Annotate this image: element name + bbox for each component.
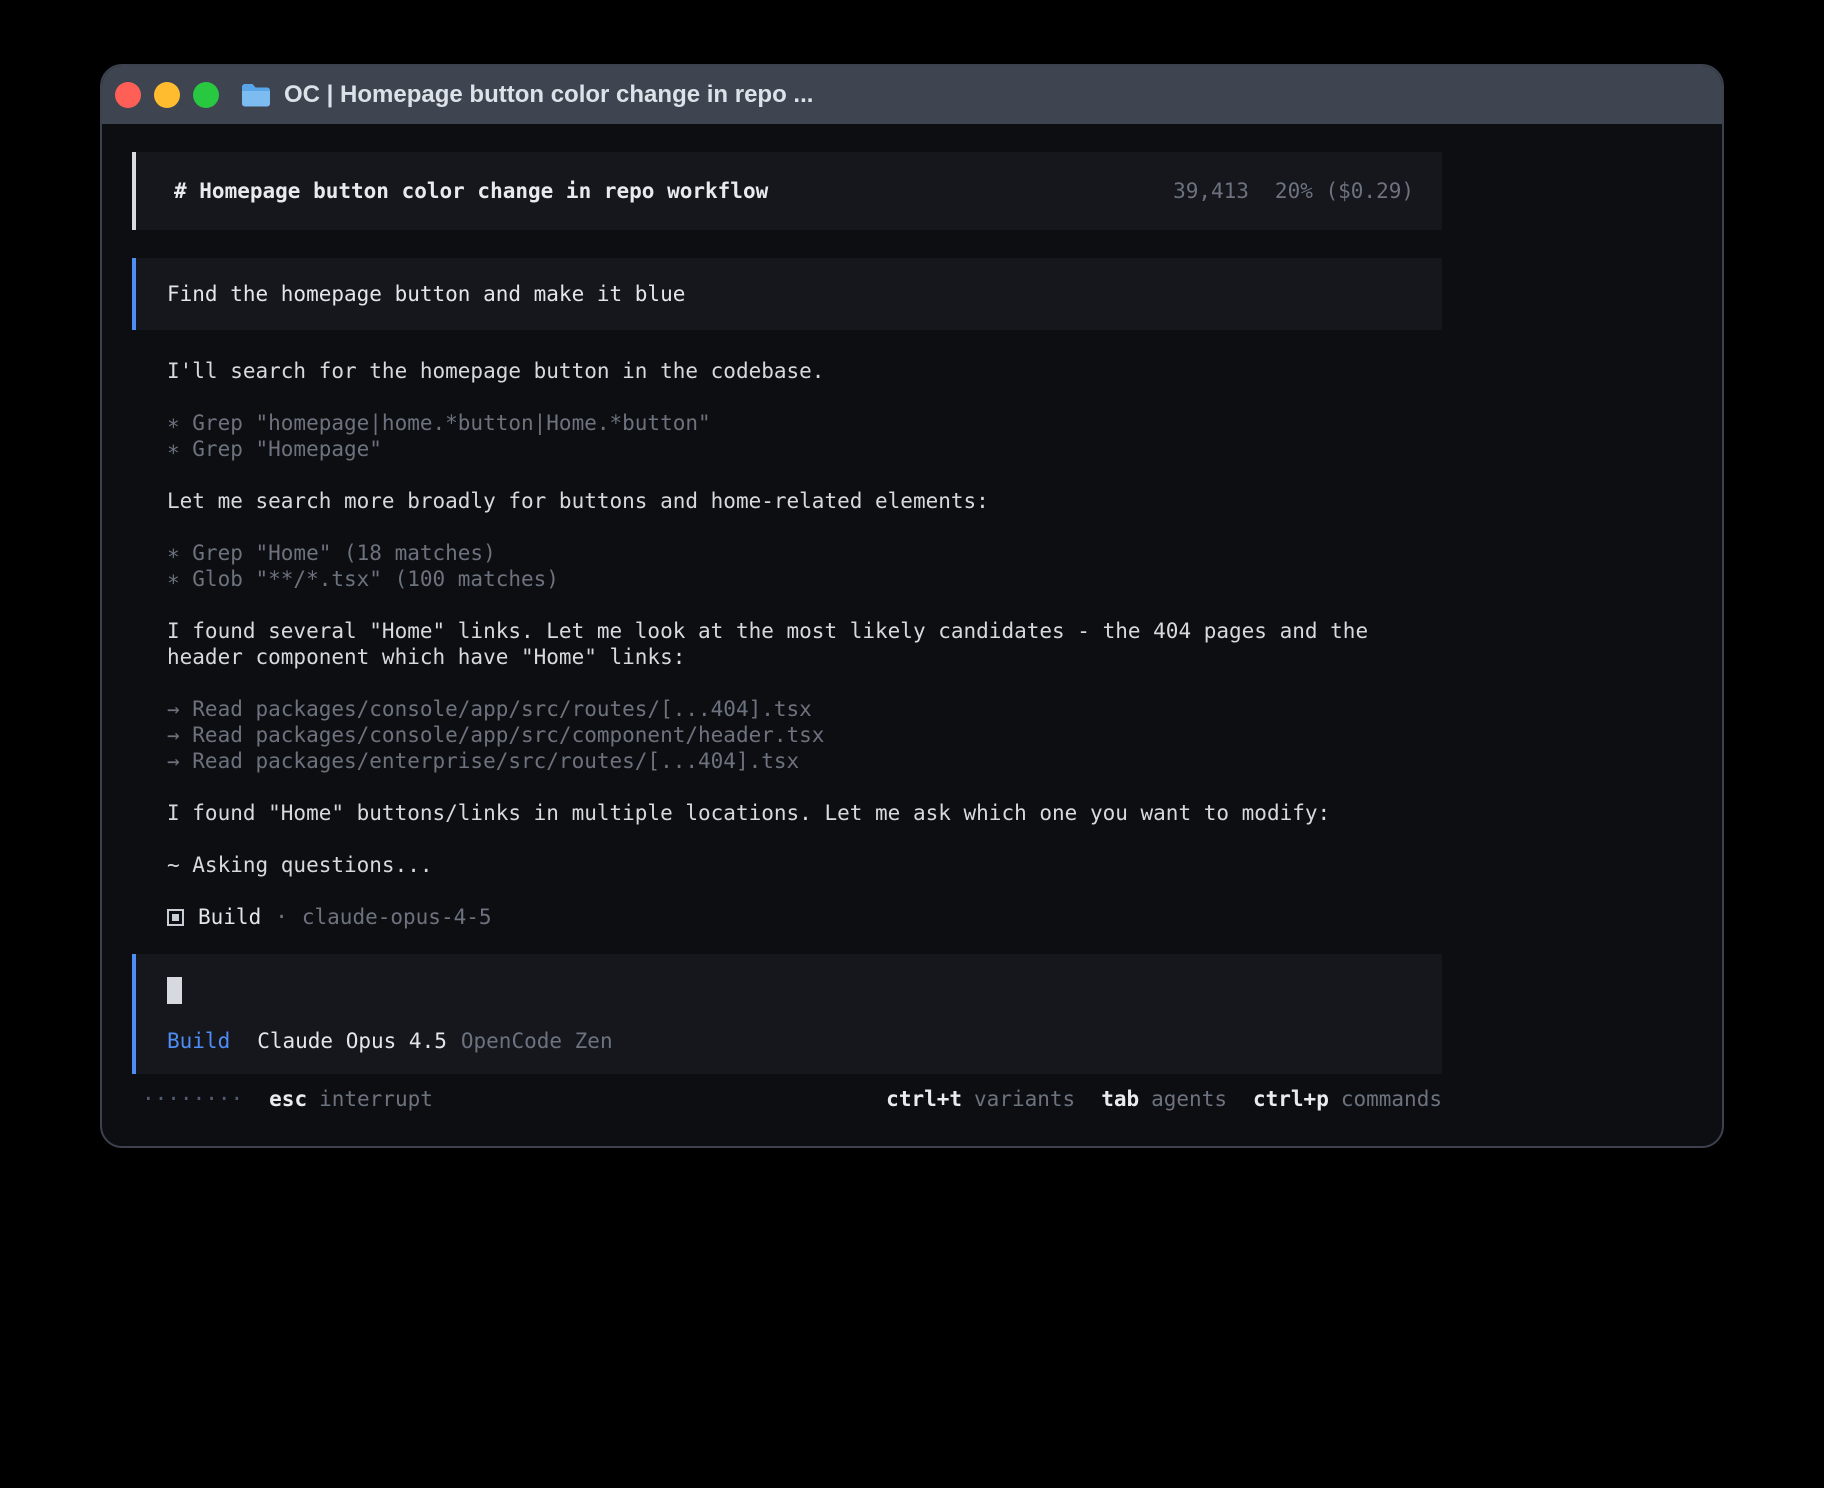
- window-title: OC | Homepage button color change in rep…: [284, 82, 813, 108]
- close-button[interactable]: [115, 82, 141, 108]
- status-bar: ········ esc interrupt ctrl+t variants t…: [132, 1086, 1442, 1112]
- agent-name: Build: [198, 904, 261, 930]
- context-cost: 20% ($0.29): [1275, 178, 1414, 204]
- esc-key-hint: esc: [269, 1086, 307, 1112]
- tool-call-read-1: → Read packages/console/app/src/routes/[…: [167, 696, 1414, 722]
- window-controls: [115, 82, 219, 108]
- shortcut-label: agents: [1151, 1086, 1227, 1112]
- tool-call-read-2: → Read packages/console/app/src/componen…: [167, 722, 1414, 748]
- shortcut-commands: ctrl+p commands: [1253, 1086, 1442, 1112]
- shortcut-label: commands: [1341, 1086, 1442, 1112]
- provider-name: OpenCode Zen: [461, 1028, 613, 1054]
- shortcut-label: variants: [974, 1086, 1075, 1112]
- titlebar: OC | Homepage button color change in rep…: [102, 66, 1722, 124]
- agent-mode-badge: Build: [167, 1028, 230, 1054]
- input-meta: Build Claude Opus 4.5 OpenCode Zen: [167, 1028, 1414, 1054]
- assistant-text: I found "Home" buttons/links in multiple…: [167, 800, 1414, 826]
- tool-call-read-3: → Read packages/enterprise/src/routes/[.…: [167, 748, 1414, 774]
- minimize-button[interactable]: [154, 82, 180, 108]
- assistant-text: I found several "Home" links. Let me loo…: [167, 618, 1414, 670]
- conversation: I'll search for the homepage button in t…: [167, 358, 1414, 930]
- agent-status-line: Build · claude-opus-4-5: [167, 904, 1414, 930]
- window-title-group: OC | Homepage button color change in rep…: [241, 82, 813, 108]
- status-line: ~ Asking questions...: [167, 852, 1414, 878]
- tool-call-glob-1: ∗ Glob "**/*.tsx" (100 matches): [167, 566, 1414, 592]
- assistant-text: I'll search for the homepage button in t…: [167, 358, 1414, 384]
- agent-icon: [167, 909, 184, 926]
- session-title: # Homepage button color change in repo w…: [174, 178, 768, 204]
- agent-model: claude-opus-4-5: [302, 904, 492, 930]
- keyboard-shortcuts: ctrl+t variants tab agents ctrl+p comman…: [886, 1086, 1442, 1112]
- shortcut-key: ctrl+t: [886, 1086, 962, 1112]
- esc-key-label: interrupt: [319, 1086, 433, 1112]
- shortcut-agents: tab agents: [1101, 1086, 1227, 1112]
- agent-separator: ·: [275, 904, 288, 930]
- assistant-text: Let me search more broadly for buttons a…: [167, 488, 1414, 514]
- tool-call-grep-1: ∗ Grep "homepage|home.*button|Home.*butt…: [167, 410, 1414, 436]
- spinner-dots: ········: [142, 1086, 243, 1112]
- user-message-text: Find the homepage button and make it blu…: [167, 281, 685, 307]
- terminal-window: OC | Homepage button color change in rep…: [100, 64, 1724, 1148]
- tool-call-grep-2: ∗ Grep "Homepage": [167, 436, 1414, 462]
- text-cursor: [167, 977, 182, 1004]
- folder-icon: [241, 83, 271, 107]
- session-header: # Homepage button color change in repo w…: [132, 152, 1442, 230]
- shortcut-key: ctrl+p: [1253, 1086, 1329, 1112]
- shortcut-variants: ctrl+t variants: [886, 1086, 1075, 1112]
- user-message: Find the homepage button and make it blu…: [132, 258, 1442, 330]
- token-count: 39,413: [1173, 178, 1249, 204]
- session-stats: 39,413 20% ($0.29): [1173, 178, 1414, 204]
- zoom-button[interactable]: [193, 82, 219, 108]
- terminal-content: # Homepage button color change in repo w…: [102, 124, 1722, 1146]
- prompt-input[interactable]: Build Claude Opus 4.5 OpenCode Zen: [132, 954, 1442, 1074]
- interrupt-hint: esc interrupt: [269, 1086, 433, 1112]
- tool-call-grep-3: ∗ Grep "Home" (18 matches): [167, 540, 1414, 566]
- shortcut-key: tab: [1101, 1086, 1139, 1112]
- model-name: Claude Opus 4.5: [257, 1028, 447, 1054]
